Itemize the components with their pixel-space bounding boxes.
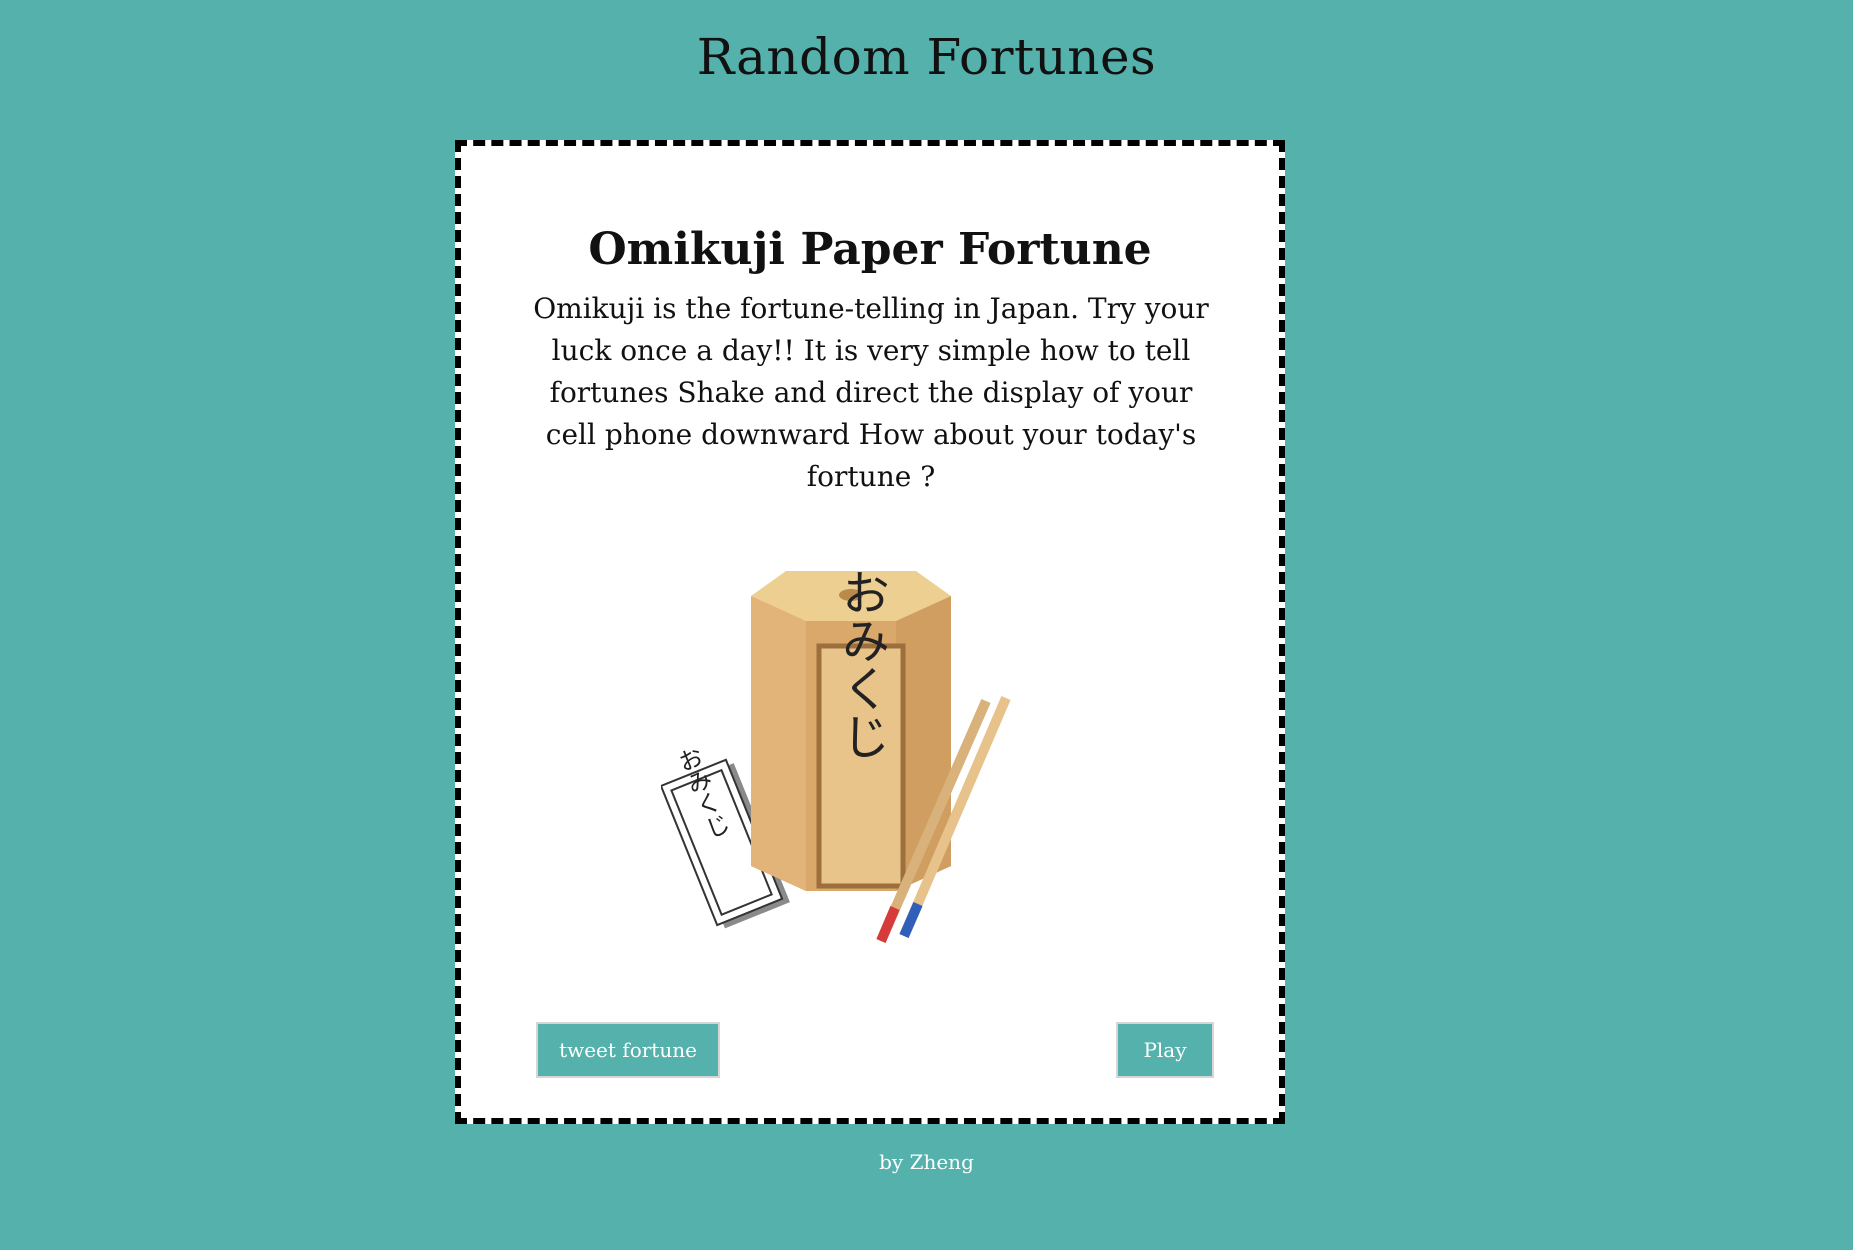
- box-label: おみくじ: [833, 568, 889, 760]
- card-title: Omikuji Paper Fortune: [588, 224, 1152, 275]
- tweet-fortune-button[interactable]: tweet fortune: [536, 1022, 720, 1078]
- play-button[interactable]: Play: [1116, 1022, 1214, 1078]
- card-description: Omikuji is the fortune-telling in Japan.…: [533, 292, 1209, 493]
- footer-credit: by Zheng: [879, 1150, 974, 1174]
- page-title: Random Fortunes: [696, 28, 1157, 86]
- fortune-card: Omikuji Paper Fortune Omikuji is the for…: [455, 140, 1285, 1124]
- omikuji-illustration: おみくじ おみくじ: [661, 568, 1011, 944]
